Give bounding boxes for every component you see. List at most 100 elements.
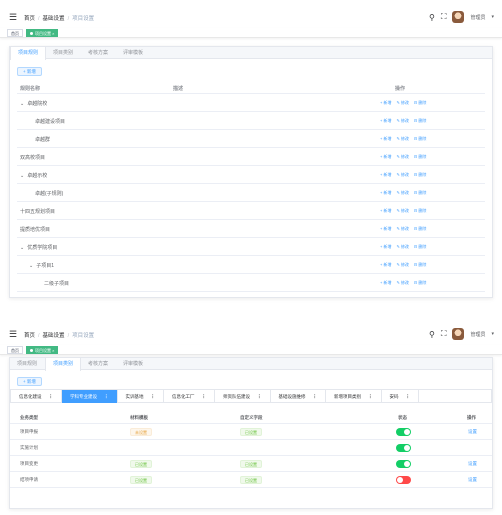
settings-link[interactable]: 设置 <box>468 477 477 483</box>
row-delete-link[interactable]: ⊟ 删除 <box>414 208 426 213</box>
search-icon[interactable]: ⚲ <box>429 330 435 339</box>
row-add-link[interactable]: + 新增 <box>380 154 391 159</box>
fullscreen-icon[interactable]: ⛶ <box>441 329 447 339</box>
row-add-link[interactable]: + 新增 <box>380 280 391 285</box>
tag-home[interactable]: 首页 <box>7 29 23 37</box>
chevron-down-icon[interactable]: ▾ <box>491 14 494 20</box>
subtab-item[interactable]: 实训基地 ⋮ <box>118 390 164 403</box>
row-edit-link[interactable]: ✎ 修改 <box>396 136 408 141</box>
row-delete-link[interactable]: ⊟ 删除 <box>414 226 426 231</box>
tab-assessment[interactable]: 考核方案 <box>81 358 116 370</box>
subtab-item[interactable]: 安码 ⋮ <box>382 390 419 403</box>
status-toggle[interactable] <box>396 444 411 452</box>
more-icon[interactable]: ⋮ <box>49 394 54 399</box>
expand-chevron-icon[interactable]: ⌄ <box>20 101 24 107</box>
status-toggle[interactable] <box>396 460 411 468</box>
row-edit-link[interactable]: ✎ 修改 <box>396 280 408 285</box>
category-table-header: 业务类型 材料模板 自定义字段 状态 操作 <box>10 410 492 424</box>
row-add-link[interactable]: + 新增 <box>380 100 391 105</box>
search-icon[interactable]: ⚲ <box>429 13 435 22</box>
row-delete-link[interactable]: ⊟ 删除 <box>414 262 426 267</box>
row-delete-link[interactable]: ⊟ 删除 <box>414 136 426 141</box>
row-edit-link[interactable]: ✎ 修改 <box>396 208 408 213</box>
row-add-link[interactable]: + 新增 <box>380 226 391 231</box>
row-add-link[interactable]: + 新增 <box>380 262 391 267</box>
row-edit-link[interactable]: ✎ 修改 <box>396 262 408 267</box>
row-edit-link[interactable]: ✎ 修改 <box>396 244 408 249</box>
row-delete-link[interactable]: ⊟ 删除 <box>414 244 426 249</box>
more-icon[interactable]: ⋮ <box>202 394 207 399</box>
tab-project-category[interactable]: 项目类别 <box>45 358 82 371</box>
more-icon[interactable]: ⋮ <box>151 394 156 399</box>
avatar[interactable] <box>452 11 465 23</box>
row-add-link[interactable]: + 新增 <box>380 190 391 195</box>
breadcrumb: 首页 / 基础设置 / 项目设置 <box>24 16 95 22</box>
settings-link[interactable]: 设置 <box>468 461 477 467</box>
breadcrumb-basic-settings[interactable]: 基础设置 <box>43 333 65 339</box>
row-add-link[interactable]: + 新增 <box>380 118 391 123</box>
row-edit-link[interactable]: ✎ 修改 <box>396 190 408 195</box>
close-icon[interactable]: × <box>52 348 54 353</box>
row-add-link[interactable]: + 新增 <box>380 136 391 141</box>
row-delete-link[interactable]: ⊟ 删除 <box>414 172 426 177</box>
more-icon[interactable]: ⋮ <box>104 394 109 399</box>
row-edit-link[interactable]: ✎ 修改 <box>396 118 408 123</box>
user-name[interactable]: 管理员 <box>470 14 485 21</box>
row-add-link[interactable]: + 新增 <box>380 244 391 249</box>
row-delete-link[interactable]: ⊟ 删除 <box>414 100 426 105</box>
tag-home[interactable]: 首页 <box>7 346 23 354</box>
status-toggle[interactable] <box>396 476 411 484</box>
tab-project-rules[interactable]: 项目规则 <box>10 47 47 60</box>
hamburger-icon[interactable]: ☰ <box>9 12 17 23</box>
fullscreen-icon[interactable]: ⛶ <box>441 12 447 22</box>
more-icon[interactable]: ⋮ <box>406 394 411 399</box>
rule-name-label: 卓越建设项目 <box>35 119 66 125</box>
tag-project-settings[interactable]: 项目设置 × <box>26 346 59 354</box>
row-operations: + 新增 ✎ 修改 ⊟ 删除 <box>380 100 431 106</box>
row-edit-link[interactable]: ✎ 修改 <box>396 226 408 231</box>
expand-chevron-icon[interactable]: ⌄ <box>20 173 24 179</box>
settings-link[interactable]: 设置 <box>468 429 477 435</box>
close-icon[interactable]: × <box>52 31 54 36</box>
tab-review-template[interactable]: 评审模板 <box>116 358 151 370</box>
row-edit-link[interactable]: ✎ 修改 <box>396 100 408 105</box>
row-edit-link[interactable]: ✎ 修改 <box>396 172 408 177</box>
row-edit-link[interactable]: ✎ 修改 <box>396 154 408 159</box>
subtab-item[interactable]: 信息化工厂 ⋮ <box>164 390 215 403</box>
project-category-panel: ☰ 首页 / 基础设置 / 项目设置 ⚲ ⛶ 管理员 ▾ 首页 项目设置 × 项目规则 … <box>0 317 502 515</box>
more-icon[interactable]: ⋮ <box>313 394 318 399</box>
chevron-down-icon[interactable]: ▾ <box>491 331 494 337</box>
more-icon[interactable]: ⋮ <box>368 394 373 399</box>
avatar[interactable] <box>452 328 465 340</box>
expand-chevron-icon[interactable]: ⌄ <box>20 245 24 251</box>
row-delete-link[interactable]: ⊟ 删除 <box>414 118 426 123</box>
add-category-button[interactable]: + 新增 <box>17 377 42 386</box>
dot-icon <box>30 349 33 353</box>
row-delete-link[interactable]: ⊟ 删除 <box>414 280 426 285</box>
row-add-link[interactable]: + 新增 <box>380 172 391 177</box>
tab-assessment[interactable]: 考核方案 <box>81 47 116 59</box>
rule-name-label: 卓越群 <box>35 137 51 143</box>
tab-review-template[interactable]: 评审模板 <box>116 47 151 59</box>
tab-project-category[interactable]: 项目类别 <box>46 47 81 59</box>
row-add-link[interactable]: + 新增 <box>380 208 391 213</box>
subtab-item[interactable]: 学科专业建设 ⋮ <box>62 390 118 403</box>
breadcrumb-home[interactable]: 首页 <box>24 333 35 339</box>
subtab-item[interactable]: 信息化建设 ⋮ <box>11 390 62 403</box>
add-rule-button[interactable]: + 新增 <box>17 67 42 76</box>
subtab-item[interactable]: 师资队伍建设 ⋮ <box>215 390 271 403</box>
tag-project-settings[interactable]: 项目设置 × <box>26 29 59 37</box>
breadcrumb-home[interactable]: 首页 <box>24 16 35 22</box>
row-delete-link[interactable]: ⊟ 删除 <box>414 154 426 159</box>
tab-project-rules[interactable]: 项目规则 <box>10 358 45 370</box>
subtab-item[interactable]: 基础设施维修 ⋮ <box>271 390 326 403</box>
expand-chevron-icon[interactable]: ⌄ <box>29 263 33 269</box>
custom-field-status-tag: 已设置 <box>240 476 262 484</box>
status-toggle[interactable] <box>396 428 411 436</box>
user-name[interactable]: 管理员 <box>470 331 485 338</box>
more-icon[interactable]: ⋮ <box>257 394 262 399</box>
subtab-item[interactable]: 新增项目类别 ⋮ <box>326 390 382 403</box>
row-delete-link[interactable]: ⊟ 删除 <box>414 190 426 195</box>
hamburger-icon[interactable]: ☰ <box>9 329 17 340</box>
breadcrumb-basic-settings[interactable]: 基础设置 <box>43 16 65 22</box>
